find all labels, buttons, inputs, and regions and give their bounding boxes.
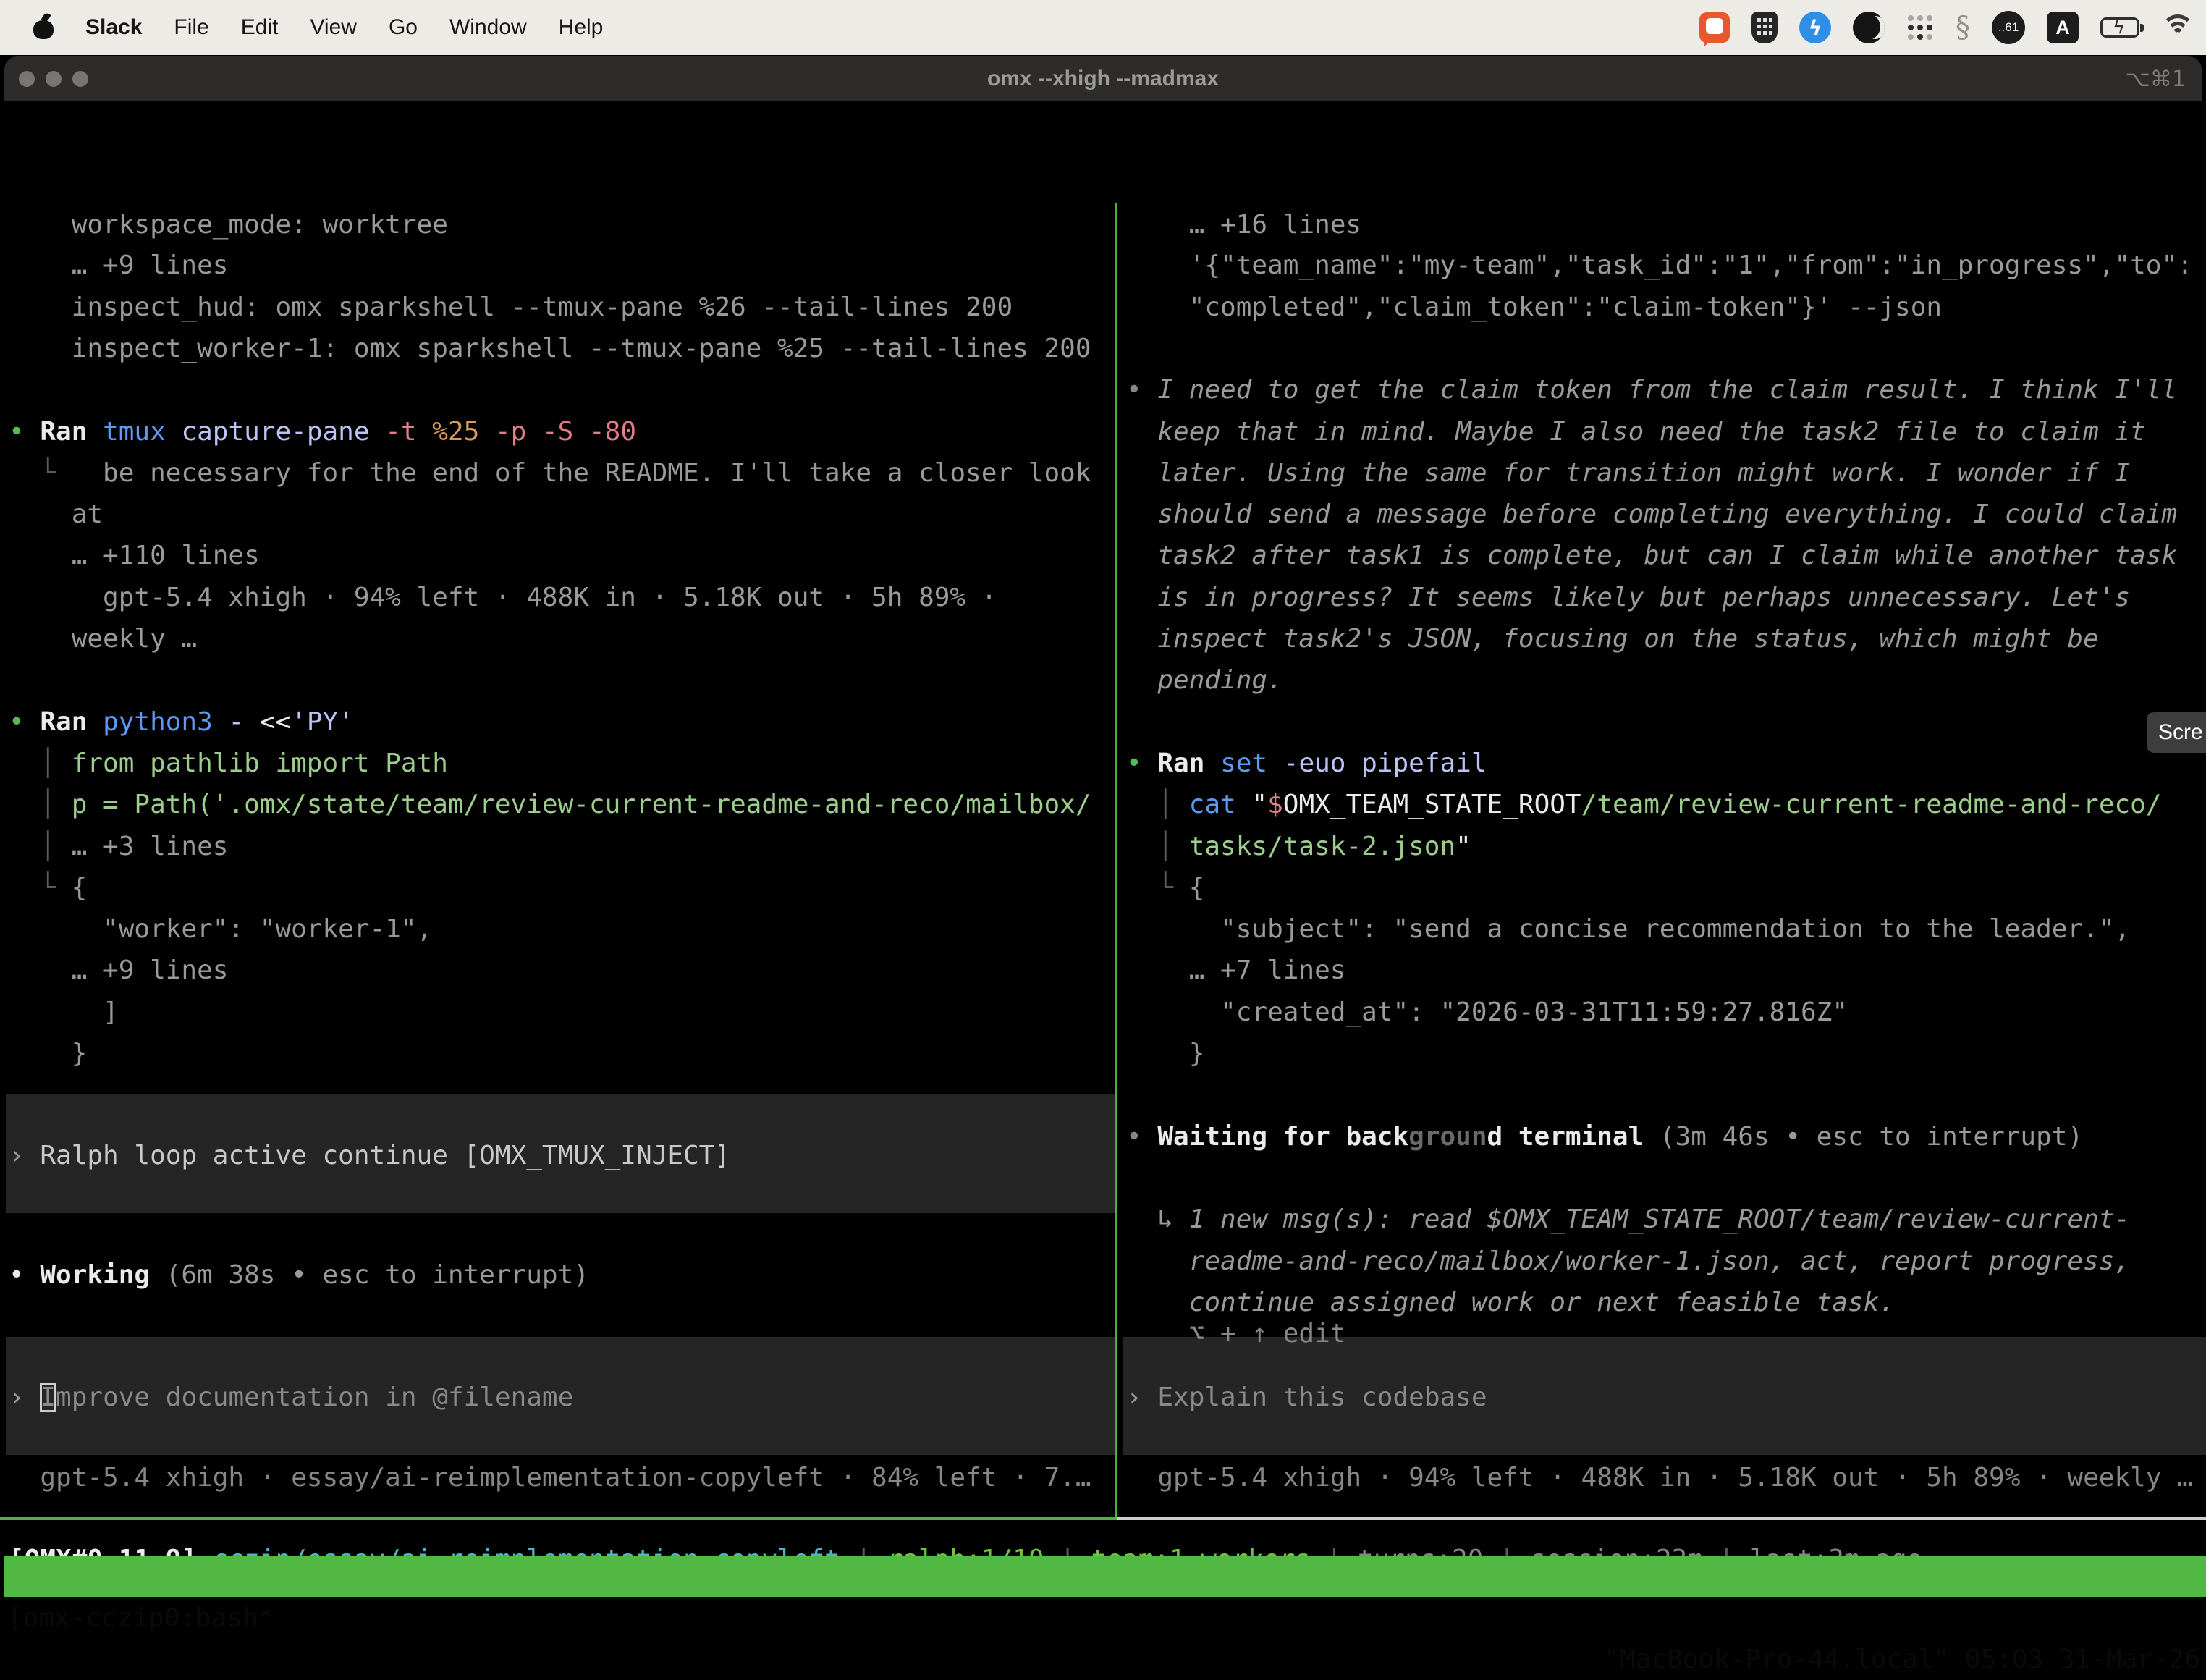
tmux-session-label: [omx-cczip0:bash* [7,1597,274,1639]
screen-tooltip: Scre [2147,712,2206,753]
tmux-status-bar: [omx-cczip0:bash* "MacBook-Pro-44.local"… [4,1556,2206,1597]
terminal-content[interactable]: workspace_mode: worktree … +9 lines insp… [0,101,2206,1616]
menu-bar: Slack File Edit View Go Window Help ϟ § ..61 A… [0,0,2206,55]
menu-item-view[interactable]: View [310,15,356,40]
menu-item-go[interactable]: Go [389,15,418,40]
menu-item-window[interactable]: Window [449,15,527,40]
apple-menu-icon[interactable] [33,16,54,39]
blue-bolt-app-icon[interactable]: ϟ [1799,12,1831,43]
dots-grid-icon[interactable] [1906,14,1934,41]
menu-item-edit[interactable]: Edit [241,15,279,40]
moon-contrast-icon[interactable] [1853,12,1885,43]
omx-statusbar[interactable]: [OMX#0.11.9] cczip/essay/ai-reimplementa… [6,203,2206,1614]
shield-grid-icon[interactable] [1751,12,1778,43]
menu-item-help[interactable]: Help [559,15,604,40]
squiggle-icon[interactable]: § [1956,13,1970,42]
window-title: omx --xhigh --madmax [4,67,2202,91]
keyboard-layout-icon[interactable]: A [2047,12,2079,43]
tmux-host-clock: "MacBook-Pro-44.local" 05:03 31-Mar-26 [1604,1639,2200,1680]
window-titlebar[interactable]: omx --xhigh --madmax ⌥⌘1 [4,56,2202,101]
window-shortcut-hint: ⌥⌘1 [2125,67,2186,92]
menu-item-file[interactable]: File [174,15,208,40]
tooltip-label: Scre [2158,720,2203,745]
chat-app-icon[interactable] [1699,12,1730,43]
badge-61-icon[interactable]: ..61 [1992,11,2025,44]
wifi-icon[interactable] [2161,14,2194,41]
menu-item-slack[interactable]: Slack [85,15,142,40]
battery-icon[interactable]: ϟ [2100,17,2139,38]
